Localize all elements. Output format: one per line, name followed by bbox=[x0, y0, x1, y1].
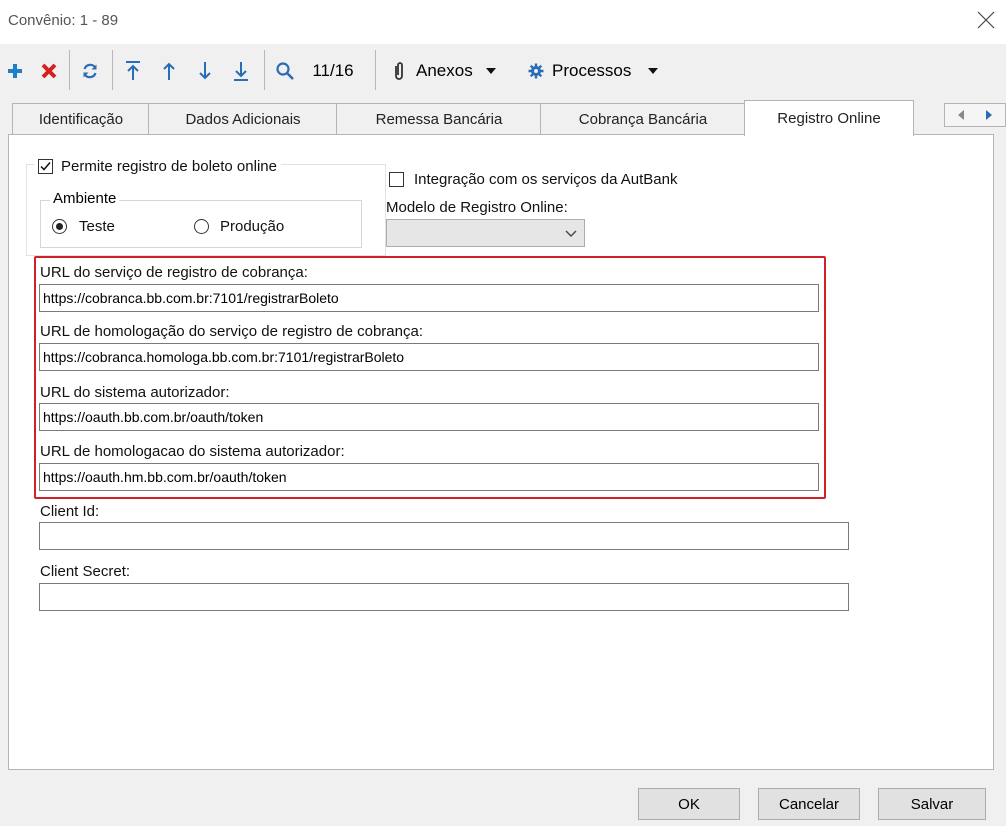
producao-label: Produção bbox=[220, 218, 285, 235]
chevron-down-icon bbox=[565, 230, 577, 237]
tab-label: Identificação bbox=[38, 110, 124, 128]
integracao-label: Integração com os serviços da AutBank bbox=[414, 171, 678, 188]
url-autorizador-label: URL do sistema autorizador: bbox=[40, 384, 230, 401]
producao-radio[interactable] bbox=[194, 219, 209, 234]
title-bar: Convênio: 1 - 89 bbox=[0, 0, 1006, 44]
toolbar-separator bbox=[69, 50, 70, 90]
search-button[interactable] bbox=[272, 58, 298, 84]
tab-label: Dados Adicionais bbox=[185, 110, 301, 128]
client-secret-label: Client Secret: bbox=[40, 563, 131, 580]
url-registro-label: URL do serviço de registro de cobrança: bbox=[40, 264, 308, 281]
permite-registro-label: Permite registro de boleto online bbox=[61, 157, 277, 175]
arrow-to-bottom-icon bbox=[234, 62, 248, 81]
modelo-combobox[interactable] bbox=[386, 219, 585, 247]
client-id-label: Client Id: bbox=[40, 503, 100, 520]
tab-dados-adicionais[interactable]: Dados Adicionais bbox=[148, 103, 338, 134]
toolbar-separator bbox=[112, 50, 113, 90]
tab-scroll-buttons bbox=[944, 103, 1006, 127]
ambiente-legend: Ambiente bbox=[50, 190, 120, 207]
anexos-dropdown[interactable]: Anexos bbox=[392, 58, 516, 84]
url-homologacao-autorizador-input[interactable]: https://oauth.hm.bb.com.br/oauth/token bbox=[39, 463, 819, 491]
add-button[interactable] bbox=[4, 58, 26, 84]
refresh-button[interactable] bbox=[78, 58, 102, 84]
tab-label: Registro Online bbox=[777, 110, 881, 127]
plus-icon bbox=[8, 64, 22, 78]
window-title: Convênio: 1 - 89 bbox=[8, 12, 119, 29]
ambiente-option-teste[interactable]: Teste bbox=[52, 218, 115, 235]
cancel-button[interactable]: Cancelar bbox=[758, 788, 860, 820]
anexos-label: Anexos bbox=[416, 61, 473, 80]
paperclip-icon bbox=[395, 62, 403, 80]
integracao-checkbox-row[interactable]: Integração com os serviços da AutBank bbox=[389, 171, 677, 188]
toolbar-separator bbox=[264, 50, 265, 90]
ok-button[interactable]: OK bbox=[638, 788, 740, 820]
radio-selected-dot bbox=[56, 223, 63, 230]
refresh-icon bbox=[83, 63, 97, 79]
close-icon[interactable] bbox=[976, 10, 996, 30]
tab-remessa-bancaria[interactable]: Remessa Bancária bbox=[336, 103, 542, 134]
delete-button[interactable] bbox=[38, 58, 60, 84]
integracao-checkbox[interactable] bbox=[389, 172, 404, 187]
url-autorizador-input[interactable]: https://oauth.bb.com.br/oauth/token bbox=[39, 403, 819, 431]
arrow-to-top-icon bbox=[126, 61, 140, 80]
check-icon bbox=[40, 161, 51, 171]
toolbar: 11/16 Anexos Processos bbox=[0, 44, 1006, 98]
gear-icon bbox=[528, 63, 544, 79]
tab-label: Cobrança Bancária bbox=[578, 110, 708, 128]
record-counter: 11/16 bbox=[312, 61, 354, 80]
ambiente-option-producao[interactable]: Produção bbox=[194, 218, 284, 235]
previous-record-button[interactable] bbox=[158, 58, 180, 84]
tab-registro-online[interactable]: Registro Online bbox=[744, 100, 914, 136]
url-homologacao-registro-label: URL de homologação do serviço de registr… bbox=[40, 323, 423, 340]
toolbar-separator bbox=[375, 50, 376, 90]
search-icon bbox=[276, 62, 294, 80]
tab-label: Remessa Bancária bbox=[375, 110, 503, 128]
permite-registro-checkbox-row[interactable]: Permite registro de boleto online bbox=[34, 155, 281, 177]
tab-scroll-left-icon[interactable] bbox=[955, 109, 967, 121]
first-record-button[interactable] bbox=[122, 58, 144, 84]
url-homologacao-autorizador-label: URL de homologacao do sistema autorizado… bbox=[40, 443, 345, 460]
url-registro-input[interactable]: https://cobranca.bb.com.br:7101/registra… bbox=[39, 284, 819, 312]
modelo-label: Modelo de Registro Online: bbox=[386, 199, 568, 216]
teste-label: Teste bbox=[79, 218, 115, 235]
tab-cobranca-bancaria[interactable]: Cobrança Bancária bbox=[540, 103, 746, 134]
arrow-down-icon bbox=[199, 62, 211, 80]
save-button[interactable]: Salvar bbox=[878, 788, 986, 820]
delete-x-icon bbox=[41, 63, 57, 79]
client-secret-input[interactable] bbox=[39, 583, 849, 611]
caret-down-icon bbox=[648, 68, 659, 74]
arrow-up-icon bbox=[163, 62, 175, 80]
caret-down-icon bbox=[485, 68, 496, 74]
teste-radio[interactable] bbox=[52, 219, 67, 234]
client-id-input[interactable] bbox=[39, 522, 849, 550]
last-record-button[interactable] bbox=[230, 58, 252, 84]
processos-dropdown[interactable]: Processos bbox=[528, 58, 674, 84]
processos-label: Processos bbox=[552, 61, 632, 80]
url-homologacao-registro-input[interactable]: https://cobranca.homologa.bb.com.br:7101… bbox=[39, 343, 819, 371]
permite-registro-checkbox[interactable] bbox=[38, 158, 53, 174]
next-record-button[interactable] bbox=[194, 58, 216, 84]
tab-identificacao[interactable]: Identificação bbox=[12, 103, 150, 134]
tab-scroll-right-icon[interactable] bbox=[983, 109, 995, 121]
